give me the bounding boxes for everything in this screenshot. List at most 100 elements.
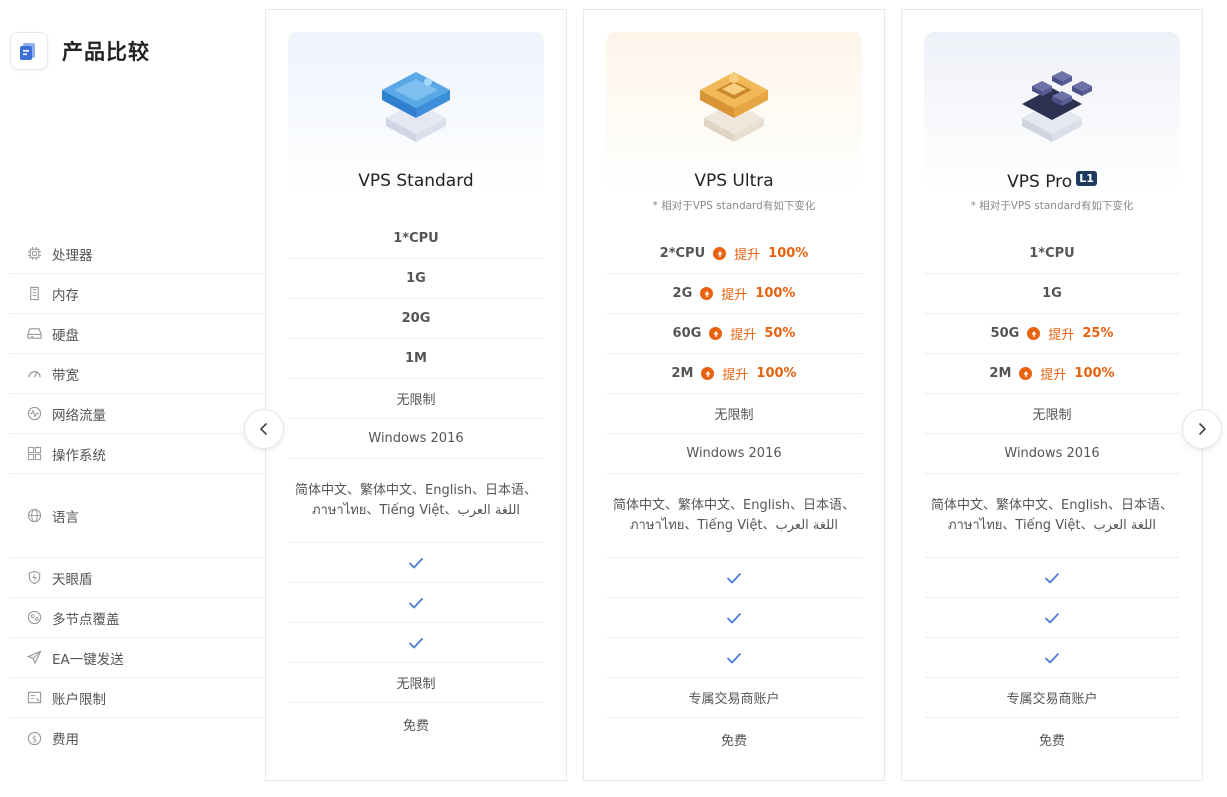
feature-label: 多节点覆盖 [52, 611, 120, 628]
upgrade-indicator: 提升 100% [1019, 364, 1115, 383]
bandwidth-value: 1M [405, 351, 427, 366]
upgrade-indicator: 提升 50% [709, 324, 795, 343]
plan-traffic: 无限制 [606, 394, 862, 434]
plan-title: VPS Ultra [694, 171, 774, 191]
feature-fee: $ 费用 [10, 718, 265, 758]
cpu-value: 2*CPU [659, 246, 706, 261]
feature-label: 内存 [52, 287, 79, 304]
feature-cpu: 处理器 [10, 234, 265, 274]
check-icon [1044, 612, 1060, 624]
fee-value: 免费 [720, 733, 747, 749]
plan-note: * 相对于VPS standard有如下变化 [970, 200, 1134, 212]
carousel-prev-button[interactable] [244, 409, 284, 449]
plan-account-limit: 无限制 [288, 663, 544, 703]
plan-nodes [288, 583, 544, 623]
feature-ea-send: EA一键发送 [10, 638, 265, 678]
plan-disk: 60G 提升 50% [606, 314, 862, 354]
shield-icon [26, 570, 42, 586]
check-icon [408, 637, 424, 649]
memory-value: 1G [406, 271, 426, 286]
feature-bandwidth: 带宽 [10, 354, 265, 394]
level-badge: L1 [1076, 171, 1097, 186]
plan-fee: 免费 [924, 718, 1180, 760]
product-compare-page: 产品比较 处理器 内存 硬盘 带宽 网络流量 操作系统 语言 天眼盾 多节点覆盖… [0, 0, 1227, 797]
plan-hero [924, 32, 1180, 192]
os-value: Windows 2016 [368, 431, 464, 446]
traffic-pulse-icon [26, 406, 42, 422]
language-line: 简体中文、繁体中文、English、日本语、 [295, 482, 537, 498]
plan-account-limit: 专属交易商账户 [924, 678, 1180, 718]
plan-hero [606, 32, 862, 192]
plan-os: Windows 2016 [288, 419, 544, 459]
language-line: ภาษาไทย、Tiếng Việt、اللغة العرب [311, 502, 521, 518]
cpu-icon [26, 246, 42, 262]
carousel-next-button[interactable] [1182, 409, 1222, 449]
plan-nodes [924, 598, 1180, 638]
account-value: 专属交易商账户 [688, 692, 780, 707]
check-icon [408, 557, 424, 569]
plan-note: * 相对于VPS standard有如下变化 [652, 200, 816, 212]
feature-sidebar: 产品比较 处理器 内存 硬盘 带宽 网络流量 操作系统 语言 天眼盾 多节点覆盖… [0, 0, 265, 797]
feature-nodes: 多节点覆盖 [10, 598, 265, 638]
feature-label: 语言 [52, 509, 79, 526]
plan-fee: 免费 [288, 703, 544, 745]
svg-text:$: $ [31, 733, 36, 743]
feature-label: 费用 [52, 732, 79, 748]
dollar-icon: $ [26, 730, 42, 746]
arrow-up-icon [1027, 327, 1041, 340]
plan-language: 简体中文、繁体中文、English、日本语、 ภาษาไทย、Tiếng Việt… [288, 459, 544, 543]
upgrade-label: 提升 [734, 248, 761, 263]
chevron-right-icon [1198, 422, 1207, 436]
plan-os: Windows 2016 [606, 434, 862, 474]
memory-value: 2G [672, 286, 693, 301]
plan-account-limit: 专属交易商账户 [606, 678, 862, 718]
speedometer-icon [26, 366, 42, 382]
language-line: 简体中文、繁体中文、English、日本语、 [931, 497, 1173, 513]
upgrade-percent: 100% [768, 246, 809, 261]
upgrade-percent: 25% [1082, 326, 1114, 341]
memory-value: 1G [1042, 286, 1062, 301]
feature-memory: 内存 [10, 274, 265, 314]
upgrade-indicator: 提升 100% [700, 284, 795, 303]
plan-language: 简体中文、繁体中文、English、日本语、 ภาษาไทย、Tiếng Việt… [924, 474, 1180, 558]
arrow-up-icon [709, 327, 723, 340]
plan-memory: 1G [924, 274, 1180, 314]
feature-os: 操作系统 [10, 434, 265, 474]
plan-ea-send [924, 638, 1180, 678]
feature-shield: 天眼盾 [10, 558, 265, 598]
feature-label: 账户限制 [52, 691, 106, 708]
plan-memory: 2G 提升 100% [606, 274, 862, 314]
feature-label: 处理器 [52, 247, 93, 264]
fee-value: 免费 [402, 718, 429, 734]
plan-traffic: 无限制 [924, 394, 1180, 434]
account-card-icon [26, 690, 42, 706]
plan-shield [288, 543, 544, 583]
account-value: 无限制 [396, 677, 436, 692]
server-chip-blue-icon [382, 72, 450, 142]
plan-title-text: VPS Pro [1007, 172, 1073, 192]
fee-value: 免费 [1038, 733, 1065, 749]
upgrade-percent: 100% [1074, 366, 1115, 381]
feature-traffic: 网络流量 [10, 394, 265, 434]
upgrade-label: 提升 [721, 288, 748, 303]
plan-card-pro: VPS Pro L1 * 相对于VPS standard有如下变化 1*CPU 1… [901, 9, 1203, 781]
plan-cpu: 1*CPU [288, 219, 544, 259]
plan-disk: 20G [288, 299, 544, 339]
memory-icon [26, 286, 42, 302]
feature-label: 网络流量 [52, 407, 106, 424]
feature-disk: 硬盘 [10, 314, 265, 354]
plan-title: VPS Pro L1 [902, 171, 1202, 192]
plan-shield [924, 558, 1180, 598]
check-icon [408, 597, 424, 609]
upgrade-percent: 100% [756, 366, 797, 381]
plan-fee: 免费 [606, 718, 862, 760]
plan-memory: 1G [288, 259, 544, 299]
upgrade-label: 提升 [1040, 368, 1067, 383]
plan-os: Windows 2016 [924, 434, 1180, 474]
brand: 产品比较 [10, 32, 150, 70]
plan-bandwidth: 1M [288, 339, 544, 379]
plan-cpu: 1*CPU [924, 234, 1180, 274]
grid-icon [26, 446, 42, 462]
upgrade-indicator: 提升 25% [1027, 324, 1113, 343]
os-value: Windows 2016 [1004, 446, 1100, 461]
